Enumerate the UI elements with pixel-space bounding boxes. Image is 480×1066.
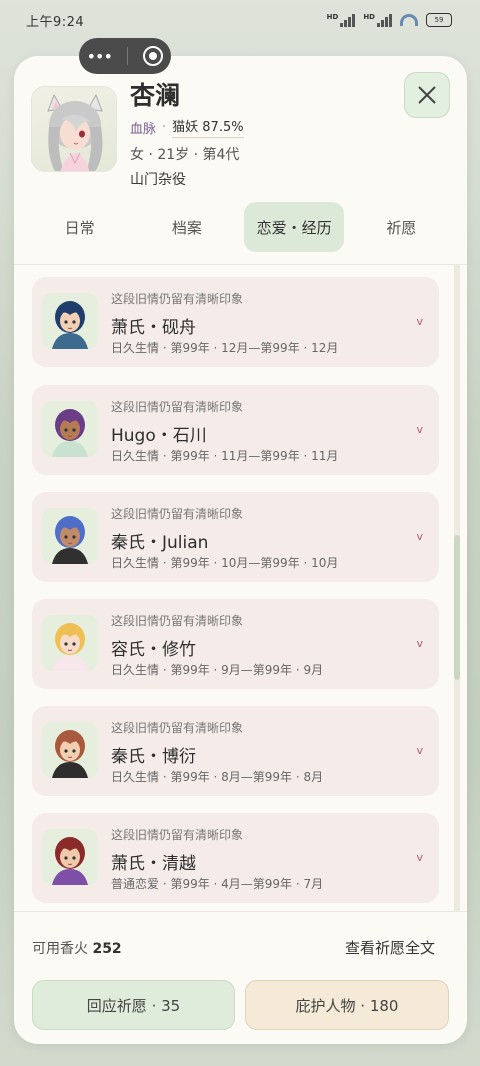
- list-item[interactable]: 这段旧情仍留有清晰印象 秦氏・博衍 日久生情 · 第99年 · 8月—第99年 …: [32, 706, 439, 796]
- incense-balance: 可用香火 252: [32, 938, 122, 958]
- entry-note: 这段旧情仍留有清晰印象: [111, 400, 244, 414]
- exit-miniprogram-icon[interactable]: [143, 46, 164, 66]
- entry-note: 这段旧情仍留有清晰印象: [111, 721, 244, 735]
- partner-name: 容氏・修竹: [111, 640, 196, 660]
- list-item[interactable]: 这段旧情仍留有清晰印象 容氏・修竹 日久生情 · 第99年 · 9月—第99年 …: [32, 599, 439, 689]
- partner-name: 萧氏・砚舟: [111, 318, 196, 338]
- wifi-icon: [400, 14, 418, 26]
- close-button[interactable]: [404, 72, 450, 118]
- partner-avatar: [42, 829, 98, 885]
- list-item[interactable]: 这段旧情仍留有清晰印象 萧氏・清越 普通恋爱 · 第99年 · 4月—第99年 …: [32, 813, 439, 903]
- list-item[interactable]: 这段旧情仍留有清晰印象 萧氏・砚舟 日久生情 · 第99年 · 12月—第99年…: [32, 277, 439, 367]
- tab-romance-history[interactable]: 恋爱・经历: [244, 202, 345, 252]
- character-meta: 女 · 21岁 · 第4代: [130, 147, 240, 163]
- relationship-dates: 日久生情 · 第99年 · 10月—第99年 · 10月: [111, 556, 339, 570]
- bloodline-label: 血脉: [130, 121, 157, 137]
- chevron-down-icon[interactable]: v: [416, 637, 423, 650]
- character-panel: 杏澜 血脉 · 猫妖 87.5% 女 · 21岁 · 第4代 山门杂役 日常 档…: [14, 56, 467, 1044]
- partner-portrait-icon: [42, 829, 98, 885]
- relationship-dates: 普通恋爱 · 第99年 · 4月—第99年 · 7月: [111, 877, 324, 891]
- battery-level: 59: [434, 16, 444, 24]
- character-avatar: [31, 86, 117, 172]
- partner-avatar: [42, 615, 98, 671]
- protect-character-button[interactable]: 庇护人物 · 180: [245, 980, 449, 1030]
- relationship-dates: 日久生情 · 第99年 · 9月—第99年 · 9月: [111, 663, 324, 677]
- chevron-down-icon[interactable]: v: [416, 315, 423, 328]
- partner-name: 秦氏・Julian: [111, 533, 209, 553]
- chevron-down-icon[interactable]: v: [416, 530, 423, 543]
- bloodline-row: 血脉 · 猫妖 87.5%: [130, 116, 244, 138]
- partner-name: 萧氏・清越: [111, 854, 196, 874]
- relationship-dates: 日久生情 · 第99年 · 12月—第99年 · 12月: [111, 341, 339, 355]
- signal-icon-2: HD: [363, 13, 392, 27]
- cat-girl-portrait-icon: [47, 93, 103, 171]
- character-name: 杏澜: [130, 81, 181, 110]
- entry-note: 这段旧情仍留有清晰印象: [111, 292, 244, 306]
- chevron-down-icon[interactable]: v: [416, 744, 423, 757]
- tab-bar: 日常 档案 恋爱・经历 祈愿: [14, 201, 467, 253]
- signal-icon: HD: [327, 13, 356, 27]
- bloodline-separator: ·: [162, 119, 167, 135]
- chevron-down-icon[interactable]: v: [416, 851, 423, 864]
- respond-wish-button[interactable]: 回应祈愿 · 35: [32, 980, 235, 1030]
- incense-label: 可用香火: [32, 941, 88, 957]
- character-role: 山门杂役: [130, 172, 186, 188]
- partner-avatar: [42, 508, 98, 564]
- battery-icon: 59: [426, 13, 452, 27]
- footer-divider: [14, 911, 467, 912]
- tab-profile[interactable]: 档案: [137, 202, 237, 252]
- entry-note: 这段旧情仍留有清晰印象: [111, 507, 244, 521]
- partner-portrait-icon: [42, 401, 98, 457]
- capsule-divider: [127, 47, 129, 65]
- partner-avatar: [42, 293, 98, 349]
- partner-portrait-icon: [42, 293, 98, 349]
- partner-portrait-icon: [42, 722, 98, 778]
- list-item[interactable]: 这段旧情仍留有清晰印象 秦氏・Julian 日久生情 · 第99年 · 10月—…: [32, 492, 439, 582]
- scrollbar-thumb[interactable]: [454, 535, 460, 680]
- list-item[interactable]: 这段旧情仍留有清晰印象 Hugo・石川 日久生情 · 第99年 · 11月—第9…: [32, 385, 439, 475]
- partner-name: 秦氏・博衍: [111, 747, 196, 767]
- partner-avatar: [42, 722, 98, 778]
- tab-daily[interactable]: 日常: [30, 202, 130, 252]
- close-icon: [418, 86, 436, 104]
- partner-avatar: [42, 401, 98, 457]
- relationship-dates: 日久生情 · 第99年 · 11月—第99年 · 11月: [111, 449, 339, 463]
- incense-value: 252: [92, 941, 122, 957]
- status-icons: HD HD 59: [327, 13, 452, 27]
- partner-portrait-icon: [42, 615, 98, 671]
- partner-name: Hugo・石川: [111, 426, 207, 446]
- relationship-dates: 日久生情 · 第99年 · 8月—第99年 · 8月: [111, 770, 324, 784]
- more-icon[interactable]: •••: [87, 47, 113, 66]
- entry-note: 这段旧情仍留有清晰印象: [111, 614, 244, 628]
- view-full-wish-link[interactable]: 查看祈愿全文: [345, 937, 435, 958]
- miniprogram-capsule: •••: [79, 38, 171, 74]
- scrollbar[interactable]: [454, 265, 460, 911]
- chevron-down-icon[interactable]: v: [416, 423, 423, 436]
- status-time: 上午9:24: [26, 14, 85, 30]
- relationship-list[interactable]: 这段旧情仍留有清晰印象 萧氏・砚舟 日久生情 · 第99年 · 12月—第99年…: [14, 265, 467, 911]
- tab-wishes[interactable]: 祈愿: [351, 202, 451, 252]
- status-bar: 上午9:24 HD HD 59: [0, 0, 480, 40]
- entry-note: 这段旧情仍留有清晰印象: [111, 828, 244, 842]
- partner-portrait-icon: [42, 508, 98, 564]
- bloodline-value: 猫妖 87.5%: [172, 116, 244, 138]
